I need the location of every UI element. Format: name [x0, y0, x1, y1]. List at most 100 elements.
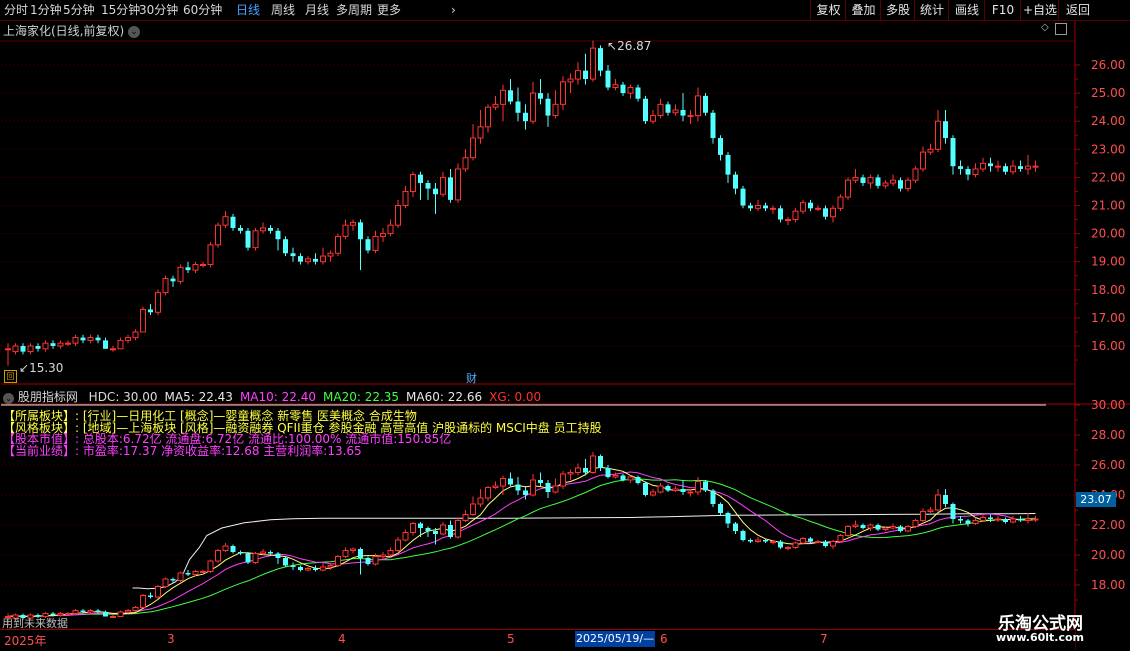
indicator-name[interactable]: 股朋指标网 [18, 390, 78, 404]
candle [132, 331, 139, 339]
price-axis-label: 16.00 [1091, 339, 1125, 353]
indicator-candle [950, 504, 956, 519]
indicator-candle [927, 509, 934, 512]
candle [27, 345, 34, 353]
indicator-candle [387, 550, 394, 556]
candle [1032, 165, 1039, 168]
period-tab[interactable]: 60分钟 [183, 1, 222, 19]
current-price-box: 23.07 [1076, 492, 1116, 507]
candle [815, 207, 821, 210]
chart-background [0, 21, 1130, 650]
candle [995, 165, 1001, 168]
high-price-arrow-icon: ↖ [607, 39, 618, 53]
candle [402, 190, 409, 206]
toolbar-button[interactable]: 复权 [810, 0, 846, 20]
candle [103, 340, 108, 349]
chevron-down-icon[interactable]: ⌄ [128, 25, 141, 38]
indicator-candle [733, 523, 738, 531]
indicator-axis-label: 22.00 [1091, 518, 1125, 532]
indicator-candle [492, 485, 499, 488]
candle [358, 222, 363, 240]
chart-canvas: 26.00 25.00 24.00 23.00 22.00 21.00 20.00 19.00… [0, 21, 1130, 650]
indicator-candle [567, 472, 574, 475]
event-marker-icon[interactable]: 回 [4, 370, 17, 383]
toolbar-button[interactable]: 画线 [948, 0, 985, 20]
diamond-icon[interactable]: ◇ [1041, 22, 1049, 33]
candle [1010, 165, 1016, 173]
chart-title[interactable]: 上海家化(日线,前复权) ⌄ [3, 22, 141, 39]
high-price-label: ↖26.87 [607, 39, 651, 53]
candle [200, 264, 206, 267]
period-tab[interactable]: 月线 [305, 1, 329, 19]
candle [808, 202, 813, 209]
toolbar-button[interactable]: F10 [984, 0, 1021, 20]
square-icon[interactable] [1055, 23, 1067, 35]
indicator-readouts: HDC: 30.00 MA5: 22.43 MA10: 22.40 MA20: 22.… [82, 390, 542, 404]
period-tab[interactable]: 30分钟 [139, 1, 178, 19]
candle [5, 348, 11, 351]
candle [207, 244, 214, 266]
indicator-candle [80, 610, 86, 612]
indicator-candle [268, 552, 273, 554]
candle [980, 162, 986, 170]
indicator-candle [545, 483, 551, 492]
indicator-candle [402, 532, 409, 541]
candle [485, 106, 491, 128]
financial-report-marker[interactable]: 财 [466, 370, 477, 386]
candle [350, 221, 356, 226]
price-axis-label: 25.00 [1091, 86, 1125, 100]
period-tab[interactable]: 日线 [236, 1, 260, 19]
indicator-candle [155, 586, 161, 598]
period-tab[interactable]: 5分钟 [63, 1, 95, 19]
indicator-candle [320, 566, 326, 571]
period-tab[interactable]: 1分钟 [30, 1, 62, 19]
indicator-candle [95, 610, 101, 612]
indicator-candle [342, 550, 349, 557]
candle [875, 177, 881, 186]
indicator-candle [538, 480, 543, 483]
stock-info-line: 【当前业绩】: 市盈率:17.37 净资收益率:12.68 主营利润率:13.6… [3, 443, 362, 458]
candle [725, 154, 731, 175]
indicator-candle [1032, 518, 1039, 521]
indicator-candle [598, 456, 603, 468]
toolbar-button[interactable]: 统计 [914, 0, 949, 20]
indicator-candle [852, 524, 859, 527]
indicator-candle [222, 545, 229, 551]
candle [627, 86, 634, 94]
candle [95, 337, 101, 341]
toolbar-button[interactable]: 多股 [880, 0, 915, 20]
candle [380, 233, 386, 237]
time-axis: 2025年 3 4 5 6 7 2025/05/19/— [0, 629, 1075, 651]
candle [410, 174, 416, 192]
candle [650, 115, 656, 122]
time-axis-month: 4 [338, 632, 346, 646]
chevron-right-icon[interactable]: › [451, 1, 456, 19]
price-axis-label: 18.00 [1091, 283, 1125, 297]
period-tab[interactable]: 周线 [271, 1, 295, 19]
low-price-arrow-icon: ↙ [19, 361, 30, 375]
low-price-label: ↙15.30 [19, 361, 63, 375]
candle [387, 224, 394, 235]
candle [748, 205, 753, 209]
price-axis-label: 24.00 [1091, 114, 1125, 128]
toolbar-button[interactable]: +自选 [1020, 0, 1059, 20]
indicator-axis-label: 28.00 [1091, 428, 1125, 442]
candle [718, 138, 723, 155]
candle [508, 90, 513, 102]
indicator-candle [148, 595, 153, 597]
toolbar-button[interactable]: 叠加 [845, 0, 881, 20]
candle [927, 148, 934, 153]
price-axis-label: 17.00 [1091, 311, 1125, 325]
indicator-candle [718, 504, 723, 513]
candle [252, 230, 259, 249]
period-tab[interactable]: 15分钟 [101, 1, 140, 19]
indicator-candle [995, 518, 1001, 521]
time-axis-month: 3 [167, 632, 175, 646]
indicator-candle [882, 527, 889, 530]
period-tab[interactable]: 多周期 [336, 1, 372, 19]
toolbar-button[interactable]: 返回 [1058, 0, 1097, 20]
period-tab[interactable]: 分时 [4, 1, 28, 19]
period-tab[interactable]: 更多 [377, 1, 401, 19]
indicator-menu-icon[interactable]: ⌄ [3, 393, 14, 404]
indicator-candle [620, 475, 626, 480]
